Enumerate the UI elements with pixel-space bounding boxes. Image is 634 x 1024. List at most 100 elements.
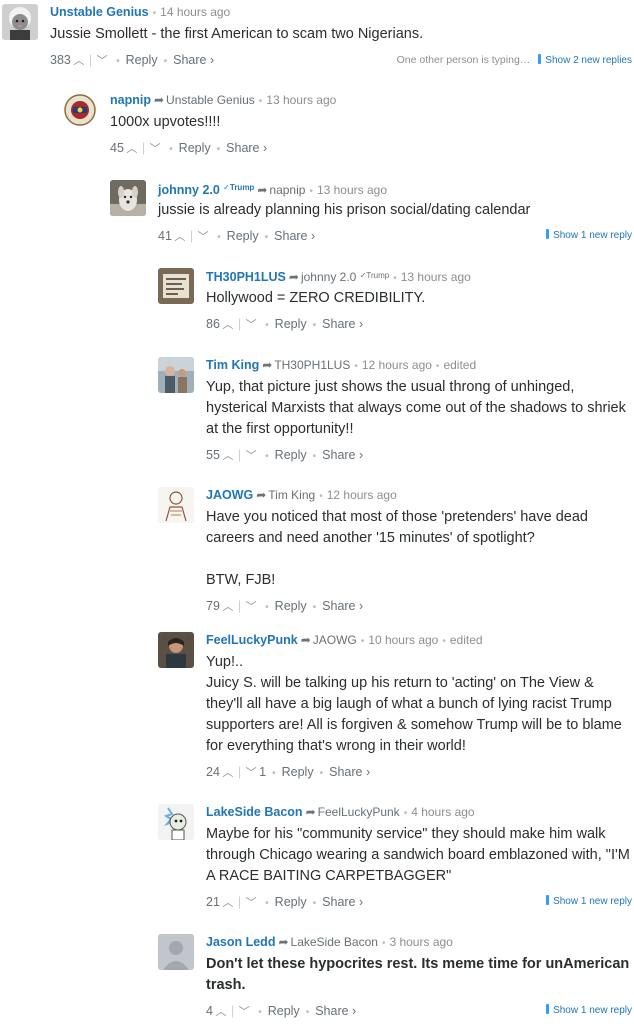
share-button[interactable]: Share › bbox=[322, 599, 363, 613]
reply-arrow-icon: ➦ bbox=[300, 633, 311, 647]
separator-dot: • bbox=[116, 56, 120, 67]
separator-dot: • bbox=[312, 898, 317, 909]
separator-dot: • bbox=[312, 451, 317, 462]
share-button[interactable]: Share › bbox=[274, 229, 315, 243]
share-button[interactable]: Share › bbox=[322, 448, 363, 462]
timestamp-link[interactable]: 13 hours ago bbox=[317, 183, 387, 197]
upvote-icon[interactable]: ︿ bbox=[220, 316, 236, 334]
parent-author-link[interactable]: FeelLuckyPunk bbox=[318, 805, 400, 819]
downvote-icon[interactable]: ﹀ bbox=[243, 447, 259, 465]
reply-button[interactable]: Reply bbox=[275, 895, 307, 909]
upvote-icon[interactable]: ︿ bbox=[220, 447, 236, 465]
downvote-icon[interactable]: ﹀ bbox=[94, 52, 110, 70]
new-replies-area: Show 1 new reply bbox=[546, 1002, 632, 1020]
author-link[interactable]: Tim King bbox=[206, 358, 259, 372]
author-link[interactable]: FeelLuckyPunk bbox=[206, 633, 298, 647]
reply-button[interactable]: Reply bbox=[126, 53, 158, 67]
portrait-avatar-icon[interactable] bbox=[158, 632, 194, 668]
comment-paragraph: 1000x upvotes!!!! bbox=[110, 114, 221, 130]
show-new-replies-button[interactable]: Show 1 new reply bbox=[546, 229, 632, 241]
share-button[interactable]: Share › bbox=[226, 141, 267, 155]
downvote-icon[interactable]: ﹀ bbox=[243, 598, 259, 616]
einstein-avatar-icon[interactable] bbox=[2, 4, 38, 40]
separator-dot: • bbox=[264, 232, 269, 243]
timestamp-link[interactable]: 12 hours ago bbox=[362, 358, 432, 372]
share-button[interactable]: Share › bbox=[322, 317, 363, 331]
reply-button[interactable]: Reply bbox=[268, 1004, 300, 1018]
dog-avatar-icon[interactable] bbox=[110, 180, 146, 216]
emblem-avatar-icon[interactable] bbox=[62, 92, 98, 128]
author-link[interactable]: TH30PH1LUS bbox=[206, 270, 286, 284]
reply-button[interactable]: Reply bbox=[275, 448, 307, 462]
share-button[interactable]: Share › bbox=[329, 765, 370, 779]
parent-author-link[interactable]: TH30PH1LUS bbox=[274, 358, 350, 372]
share-button[interactable]: Share › bbox=[322, 895, 363, 909]
comment-text: Don't let these hypocrites rest. Its mem… bbox=[206, 954, 632, 996]
comment-header: Unstable Genius • 14 hours ago bbox=[50, 4, 632, 20]
author-link[interactable]: JAOWG bbox=[206, 488, 253, 502]
parent-author-link[interactable]: LakeSide Bacon bbox=[291, 935, 378, 949]
separator-dot: • bbox=[354, 361, 358, 372]
reply-button[interactable]: Reply bbox=[179, 141, 211, 155]
default-user-avatar-icon[interactable] bbox=[158, 934, 194, 970]
timestamp-link[interactable]: 13 hours ago bbox=[401, 270, 471, 284]
share-button[interactable]: Share › bbox=[315, 1004, 356, 1018]
upvote-icon[interactable]: ︿ bbox=[124, 140, 140, 158]
separator-dot: • bbox=[216, 144, 221, 155]
timestamp-link[interactable]: 14 hours ago bbox=[160, 5, 230, 19]
upvote-icon[interactable]: ︿ bbox=[220, 894, 236, 912]
share-button[interactable]: Share › bbox=[173, 53, 214, 67]
show-new-replies-button[interactable]: Show 2 new replies bbox=[538, 54, 632, 66]
upvote-icon[interactable]: ︿ bbox=[220, 764, 236, 782]
upvote-icon[interactable]: ︿ bbox=[213, 1003, 229, 1021]
downvote-icon[interactable]: ﹀ bbox=[195, 228, 211, 246]
parent-author-link[interactable]: JAOWG bbox=[313, 633, 357, 647]
parent-author-link[interactable]: napnip bbox=[269, 183, 305, 197]
downvote-icon[interactable]: ﹀ bbox=[243, 316, 259, 334]
vote-divider: | bbox=[237, 765, 242, 779]
comment-body: LakeSide Bacon ➦ FeelLuckyPunk • 4 hours ago… bbox=[206, 804, 632, 911]
downvote-icon[interactable]: ﹀ bbox=[243, 764, 259, 782]
reply-button[interactable]: Reply bbox=[282, 765, 314, 779]
share-arrow-icon: › bbox=[209, 53, 215, 67]
author-link[interactable]: napnip bbox=[110, 93, 151, 107]
author-link[interactable]: Jason Ledd bbox=[206, 935, 275, 949]
show-new-replies-button[interactable]: Show 1 new reply bbox=[546, 1004, 632, 1016]
upvote-icon[interactable]: ︿ bbox=[172, 228, 188, 246]
share-arrow-icon: › bbox=[263, 141, 268, 155]
reply-arrow-icon: ➦ bbox=[153, 93, 165, 107]
downvote-icon[interactable]: ﹀ bbox=[236, 1003, 252, 1021]
timestamp-link[interactable]: 13 hours ago bbox=[266, 93, 336, 107]
vote-divider: | bbox=[237, 895, 242, 909]
author-link[interactable]: johnny 2.0 bbox=[158, 183, 220, 197]
parent-author-link[interactable]: Unstable Genius bbox=[166, 93, 255, 107]
author-link[interactable]: Unstable Genius bbox=[50, 5, 149, 19]
downvote-icon[interactable]: ﹀ bbox=[243, 894, 259, 912]
downvote-icon[interactable]: ﹀ bbox=[147, 140, 163, 158]
comment-header: JAOWG ➦ Tim King • 12 hours ago bbox=[206, 487, 632, 503]
timestamp-link[interactable]: 10 hours ago bbox=[368, 633, 438, 647]
comment-text: jussie is already planning his prison so… bbox=[158, 200, 632, 221]
reply-button[interactable]: Reply bbox=[275, 599, 307, 613]
author-link[interactable]: LakeSide Bacon bbox=[206, 805, 303, 819]
new-reply-bar-icon bbox=[546, 229, 550, 239]
parent-author-link[interactable]: Tim King bbox=[268, 488, 315, 502]
upvote-count: 45 bbox=[110, 141, 124, 155]
cartoon-avatar-icon[interactable] bbox=[158, 804, 194, 840]
sign-avatar-icon[interactable] bbox=[158, 268, 194, 304]
upvote-icon[interactable]: ︿ bbox=[220, 598, 236, 616]
sketch-avatar-icon[interactable] bbox=[158, 487, 194, 523]
show-new-replies-button[interactable]: Show 1 new reply bbox=[546, 895, 632, 907]
timestamp-link[interactable]: 4 hours ago bbox=[411, 805, 474, 819]
parent-author-link[interactable]: johnny 2.0 bbox=[301, 270, 356, 284]
upvote-icon[interactable]: ︿ bbox=[71, 52, 87, 70]
upvote-count: 24 bbox=[206, 765, 220, 779]
photo-avatar-icon[interactable] bbox=[158, 357, 194, 393]
reply-button[interactable]: Reply bbox=[227, 229, 259, 243]
reply-button[interactable]: Reply bbox=[275, 317, 307, 331]
timestamp-link[interactable]: 3 hours ago bbox=[389, 935, 452, 949]
vote-divider: | bbox=[141, 141, 146, 155]
upvote-count: 383 bbox=[50, 53, 71, 67]
comment-paragraph: Yup!.. Juicy S. will be talking up his r… bbox=[206, 654, 622, 754]
timestamp-link[interactable]: 12 hours ago bbox=[327, 488, 397, 502]
